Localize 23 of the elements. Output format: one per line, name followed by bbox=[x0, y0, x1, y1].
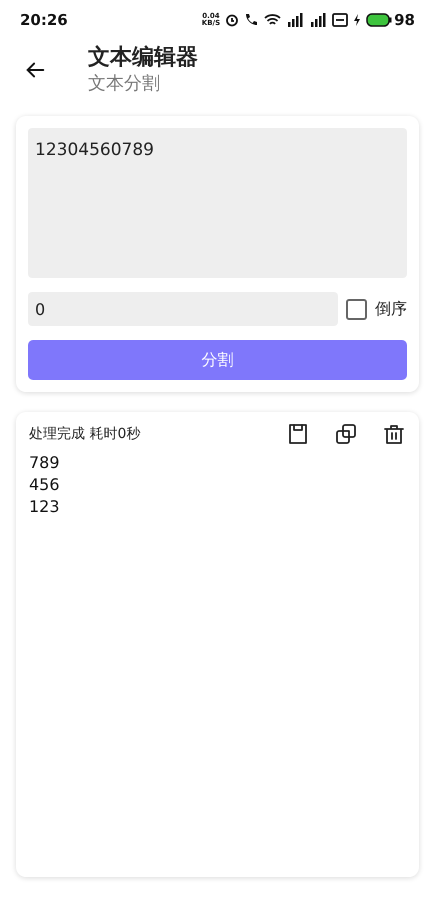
result-line: 456 bbox=[29, 474, 60, 496]
text-input-area[interactable]: 12304560789 bbox=[28, 128, 407, 278]
battery-level: 98 bbox=[394, 10, 415, 31]
result-line: 123 bbox=[29, 496, 60, 518]
phone-icon bbox=[244, 13, 260, 27]
separator-field[interactable]: 0 bbox=[28, 292, 338, 326]
wifi-icon bbox=[264, 13, 282, 27]
split-button[interactable]: 分割 bbox=[28, 340, 407, 380]
signal-icon bbox=[286, 13, 304, 27]
reverse-checkbox[interactable] bbox=[346, 298, 367, 320]
alarm-icon bbox=[225, 13, 240, 27]
delete-icon[interactable] bbox=[382, 422, 406, 446]
charging-icon bbox=[353, 14, 362, 26]
save-icon[interactable] bbox=[286, 422, 310, 446]
copy-icon[interactable] bbox=[334, 422, 358, 446]
status-time: 20:26 bbox=[20, 10, 68, 31]
battery-icon bbox=[366, 13, 392, 27]
reverse-label: 倒序 bbox=[375, 298, 407, 320]
page-subtitle: 文本分割 bbox=[88, 72, 161, 96]
result-line: 789 bbox=[29, 452, 60, 474]
status-text: 处理完成 耗时0秒 bbox=[29, 424, 140, 444]
signal-icon bbox=[309, 13, 328, 27]
page-title: 文本编辑器 bbox=[88, 44, 198, 72]
